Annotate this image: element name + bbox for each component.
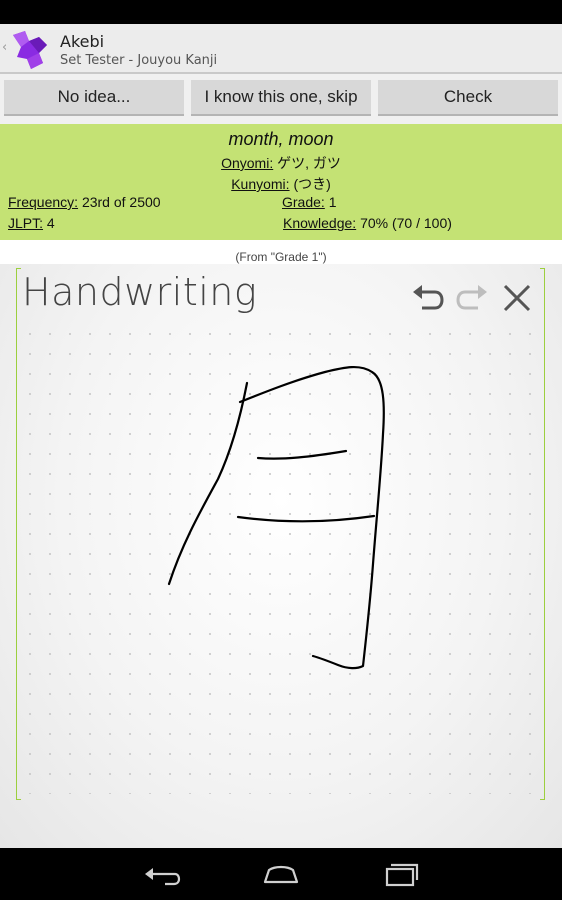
jlpt-line: JLPT: 4 (8, 215, 55, 231)
knowledge-label: Knowledge: (283, 215, 357, 231)
kunyomi-line: Kunyomi: (つき) (0, 174, 562, 194)
canvas-bracket-right (540, 268, 545, 800)
jlpt-value: 4 (46, 215, 55, 231)
undo-icon[interactable] (410, 280, 446, 316)
close-icon[interactable] (499, 280, 535, 316)
no-idea-button[interactable]: No idea... (4, 80, 184, 116)
answer-button-row: No idea... I know this one, skip Check (0, 74, 562, 124)
kanji-info-panel: month, moon Onyomi: ゲツ, ガツ Kunyomi: (つき)… (0, 124, 562, 240)
handwriting-area: Handwriting (0, 264, 562, 848)
handwriting-title: Handwriting (22, 270, 258, 314)
up-navigation-caret-icon[interactable]: ‹ (2, 40, 7, 55)
knowledge-value: 70% (70 / 100) (360, 215, 452, 231)
back-icon[interactable] (141, 860, 181, 888)
frequency-label: Frequency: (8, 194, 79, 210)
know-skip-button[interactable]: I know this one, skip (191, 80, 371, 116)
kunyomi-label: Kunyomi: (231, 176, 290, 192)
grade-value: 1 (328, 194, 337, 210)
onyomi-line: Onyomi: ゲツ, ガツ (0, 153, 562, 173)
status-bar (0, 0, 562, 24)
redo-icon[interactable] (454, 280, 490, 316)
navigation-bar (0, 848, 562, 900)
kanji-meaning: month, moon (228, 129, 334, 149)
home-icon[interactable] (261, 860, 301, 888)
frequency-value: 23rd of 2500 (81, 194, 161, 210)
check-button[interactable]: Check (378, 80, 558, 116)
akebi-logo-icon[interactable] (9, 29, 57, 73)
frequency-line: Frequency: 23rd of 2500 (8, 194, 161, 210)
handwriting-canvas[interactable] (0, 264, 562, 848)
jlpt-label: JLPT: (8, 215, 44, 231)
kunyomi-value: (つき) (293, 176, 331, 192)
canvas-bracket-left (16, 268, 21, 800)
app-title: Akebi (60, 32, 105, 51)
knowledge-line: Knowledge: 70% (70 / 100) (283, 215, 452, 231)
action-bar: ‹ Akebi Set Tester - Jouyou Kanji (0, 24, 562, 74)
set-source-note: (From "Grade 1") (235, 250, 327, 264)
recents-icon[interactable] (382, 860, 422, 888)
onyomi-value: ゲツ, ガツ (277, 155, 341, 171)
onyomi-label: Onyomi: (221, 155, 274, 171)
app-subtitle: Set Tester - Jouyou Kanji (60, 53, 218, 68)
grade-line: Grade: 1 (282, 194, 337, 210)
grade-label: Grade: (282, 194, 325, 210)
